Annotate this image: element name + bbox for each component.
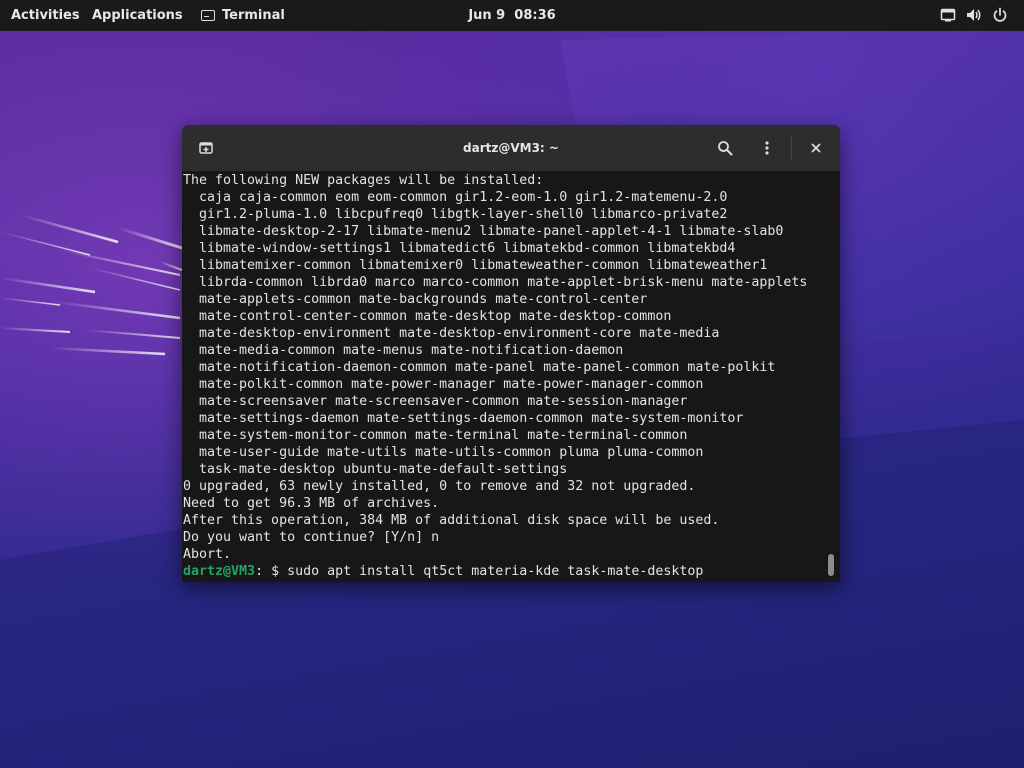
terminal-line: mate-screensaver mate-screensaver-common…: [183, 394, 688, 409]
header-separator: [791, 136, 792, 160]
terminal-line: mate-settings-daemon mate-settings-daemo…: [183, 411, 744, 426]
terminal-line: libmatemixer-common libmatemixer0 libmat…: [183, 258, 768, 273]
terminal-line: mate-notification-daemon-common mate-pan…: [183, 360, 776, 375]
terminal-line: The following NEW packages will be insta…: [183, 173, 544, 188]
menu-icon: [765, 141, 769, 155]
terminal-line: gir1.2-pluma-1.0 libcpufreq0 libgtk-laye…: [183, 207, 728, 222]
terminal-icon: [201, 10, 215, 21]
terminal-line: mate-control-center-common mate-desktop …: [183, 309, 672, 324]
terminal-header-bar[interactable]: dartz@VM3: ~: [182, 125, 840, 172]
terminal-line: Abort.: [183, 547, 232, 562]
terminal-line: mate-system-monitor-common mate-terminal…: [183, 428, 688, 443]
terminal-line: libmate-desktop-2-17 libmate-menu2 libma…: [183, 224, 784, 239]
terminal-line: mate-media-common mate-menus mate-notifi…: [183, 343, 624, 358]
terminal-line: After this operation, 384 MB of addition…: [183, 513, 720, 528]
power-icon[interactable]: [992, 7, 1008, 23]
app-menu-label: Terminal: [222, 8, 285, 23]
terminal-prompt-line: dartz@VM3: $ sudo apt install qt5ct mate…: [183, 563, 807, 580]
terminal-line: libmate-window-settings1 libmatedict6 li…: [183, 241, 736, 256]
volume-icon[interactable]: [966, 7, 982, 23]
top-bar: Activities Applications Terminal Jun 9 0…: [0, 0, 1024, 31]
clock[interactable]: Jun 9 08:36: [468, 8, 555, 23]
window-title: dartz@VM3: ~: [463, 141, 559, 155]
terminal-line: 0 upgraded, 63 newly installed, 0 to rem…: [183, 479, 696, 494]
app-menu-terminal[interactable]: Terminal: [201, 0, 285, 31]
menu-button[interactable]: [755, 136, 779, 160]
terminal-line: task-mate-desktop ubuntu-mate-default-se…: [183, 462, 568, 477]
new-tab-icon: [199, 142, 213, 154]
activities-button[interactable]: Activities: [11, 0, 80, 31]
terminal-line: caja caja-common eom eom-common gir1.2-e…: [183, 190, 728, 205]
new-tab-button[interactable]: [194, 136, 218, 160]
terminal-output-area[interactable]: The following NEW packages will be insta…: [182, 172, 840, 582]
terminal-line: mate-applets-common mate-backgrounds mat…: [183, 292, 648, 307]
scrollbar-thumb[interactable]: [828, 554, 834, 576]
prompt-command: sudo apt install qt5ct materia-kde task-…: [279, 564, 704, 579]
terminal-line: mate-polkit-common mate-power-manager ma…: [183, 377, 704, 392]
terminal-output: The following NEW packages will be insta…: [183, 172, 807, 580]
terminal-line: librda-common librda0 marco marco-common…: [183, 275, 808, 290]
terminal-line: mate-user-guide mate-utils mate-utils-co…: [183, 445, 704, 460]
terminal-window[interactable]: dartz@VM3: ~ The following NEW packages …: [182, 125, 840, 582]
prompt-path: [263, 564, 271, 579]
terminal-line: Need to get 96.3 MB of archives.: [183, 496, 440, 511]
terminal-line: Do you want to continue? [Y/n] n: [183, 530, 440, 545]
network-icon[interactable]: [940, 7, 956, 23]
prompt-symbol: $: [271, 564, 280, 579]
prompt-separator: :: [255, 564, 264, 579]
close-button[interactable]: [804, 136, 828, 160]
search-button[interactable]: [713, 136, 737, 160]
close-icon: [811, 143, 821, 153]
applications-menu[interactable]: Applications: [92, 0, 183, 31]
prompt-user-host: dartz@VM3: [183, 564, 256, 579]
terminal-line: mate-desktop-environment mate-desktop-en…: [183, 326, 720, 341]
search-icon: [718, 141, 733, 156]
